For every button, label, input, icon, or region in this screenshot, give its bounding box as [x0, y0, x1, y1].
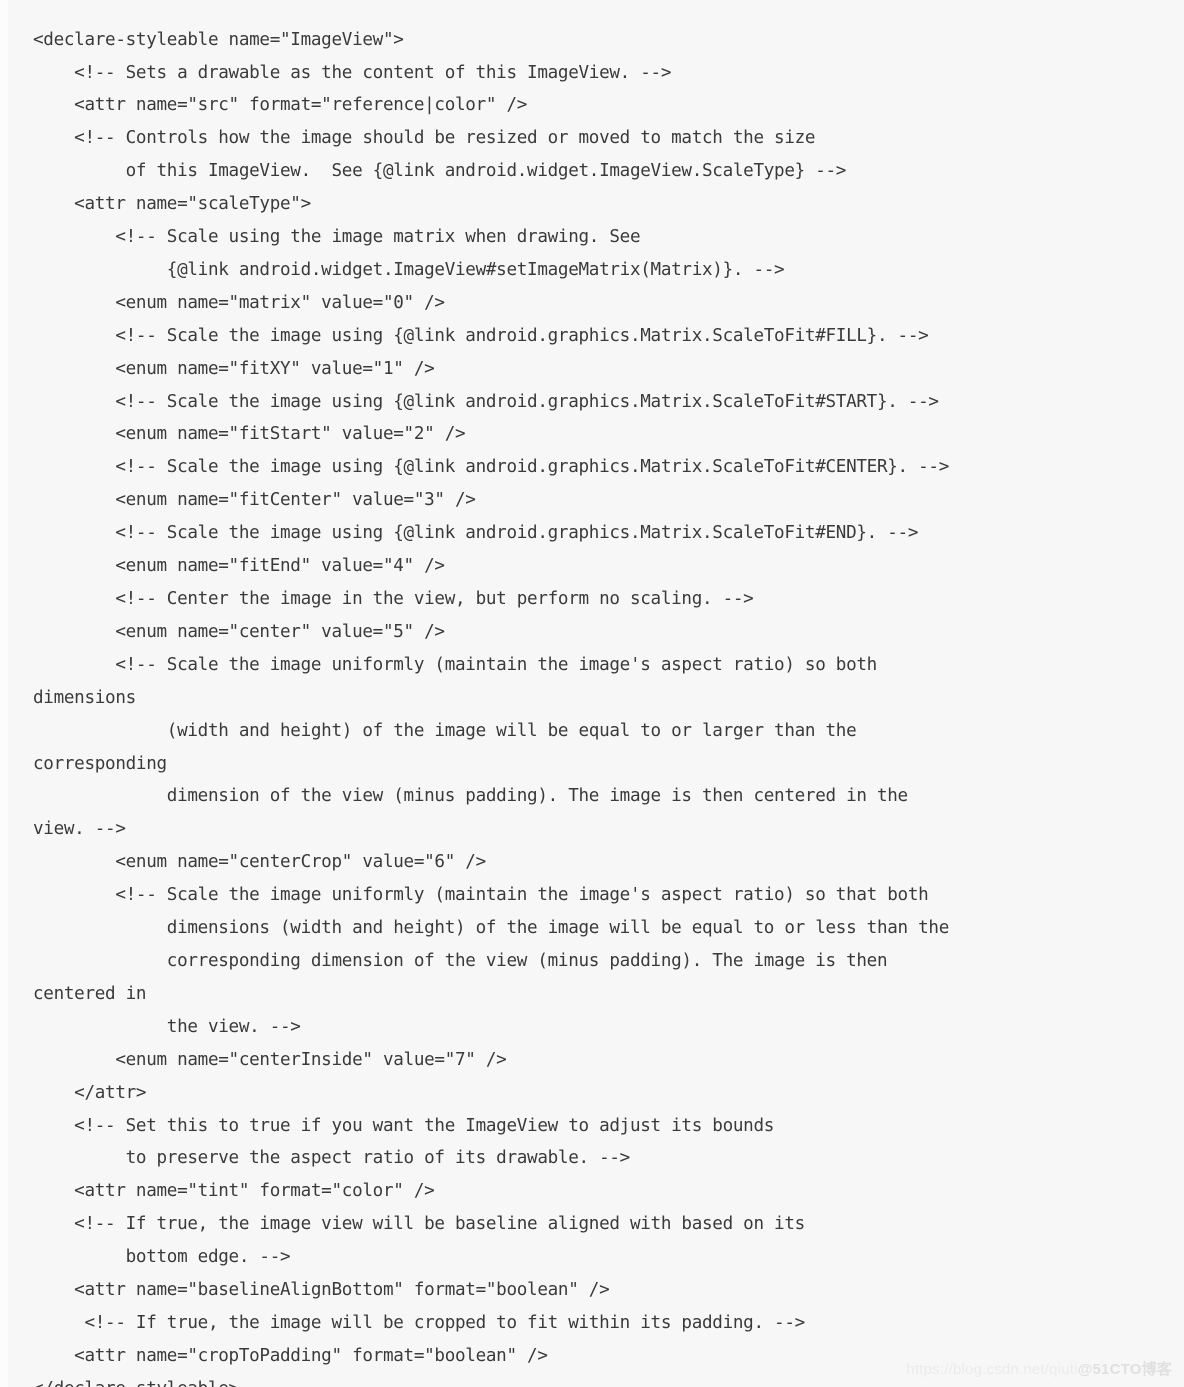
code-line: <!-- Controls how the image should be re…	[33, 128, 816, 149]
code-line: </attr>	[33, 1082, 147, 1103]
code-line: <!-- Scale using the image matrix when d…	[33, 227, 641, 248]
watermark: https://blog.csdn.net/qiuti@51CTO博客	[906, 1358, 1172, 1379]
left-gutter	[0, 0, 8, 1387]
watermark-url: https://blog.csdn.net/qiuti	[906, 1361, 1078, 1378]
code-line: <!-- Sets a drawable as the content of t…	[33, 62, 672, 83]
code-line: <enum name="fitXY" value="1" />	[33, 358, 435, 379]
code-line: <enum name="fitCenter" value="3" />	[33, 490, 476, 511]
code-line: dimensions (width and height) of the ima…	[33, 918, 950, 939]
code-line: <enum name="matrix" value="0" />	[33, 292, 445, 313]
code-line: corresponding dimension of the view (min…	[33, 950, 888, 971]
code-line: bottom edge. -->	[33, 1247, 291, 1268]
code-line: <!-- Scale the image using {@link androi…	[33, 325, 929, 346]
code-line: <!-- Scale the image uniformly (maintain…	[33, 654, 877, 675]
code-line: <enum name="center" value="5" />	[33, 621, 445, 642]
code-screenshot-page: <declare-styleable name="ImageView"> <!-…	[0, 0, 1184, 1387]
code-line: <enum name="fitEnd" value="4" />	[33, 556, 445, 577]
code-line: <!-- If true, the image view will be bas…	[33, 1214, 805, 1235]
xml-code-listing: <declare-styleable name="ImageView"> <!-…	[33, 24, 1184, 1387]
code-line: corresponding	[33, 753, 167, 774]
code-line: <attr name="baselineAlignBottom" format=…	[33, 1280, 610, 1301]
code-line: view. -->	[33, 819, 126, 840]
code-line: <enum name="centerCrop" value="6" />	[33, 852, 486, 873]
code-line: <attr name="src" format="reference|color…	[33, 95, 528, 116]
code-line: of this ImageView. See {@link android.wi…	[33, 161, 847, 182]
code-line: centered in	[33, 983, 147, 1004]
code-line: {@link android.widget.ImageView#setImage…	[33, 259, 785, 280]
code-line: to preserve the aspect ratio of its draw…	[33, 1148, 631, 1169]
code-line: <!-- If true, the image will be cropped …	[33, 1312, 805, 1333]
code-line: <!-- Scale the image using {@link androi…	[33, 523, 919, 544]
code-line: <!-- Center the image in the view, but p…	[33, 589, 754, 609]
code-line: dimensions	[33, 687, 136, 708]
code-line: <!-- Set this to true if you want the Im…	[33, 1115, 775, 1136]
code-line: <attr name="scaleType">	[33, 194, 311, 215]
code-line: <declare-styleable name="ImageView">	[33, 29, 404, 50]
code-line: <enum name="centerInside" value="7" />	[33, 1049, 507, 1070]
code-line: <!-- Scale the image using {@link androi…	[33, 391, 939, 412]
code-line: <attr name="tint" format="color" />	[33, 1181, 435, 1202]
code-line: <!-- Scale the image uniformly (maintain…	[33, 885, 929, 906]
code-line: dimension of the view (minus padding). T…	[33, 786, 908, 807]
code-line: <!-- Scale the image using {@link androi…	[33, 457, 950, 478]
watermark-tag: @51CTO博客	[1077, 1361, 1172, 1378]
code-line: (width and height) of the image will be …	[33, 720, 857, 741]
code-line: <enum name="fitStart" value="2" />	[33, 424, 466, 445]
code-line: the view. -->	[33, 1016, 301, 1037]
